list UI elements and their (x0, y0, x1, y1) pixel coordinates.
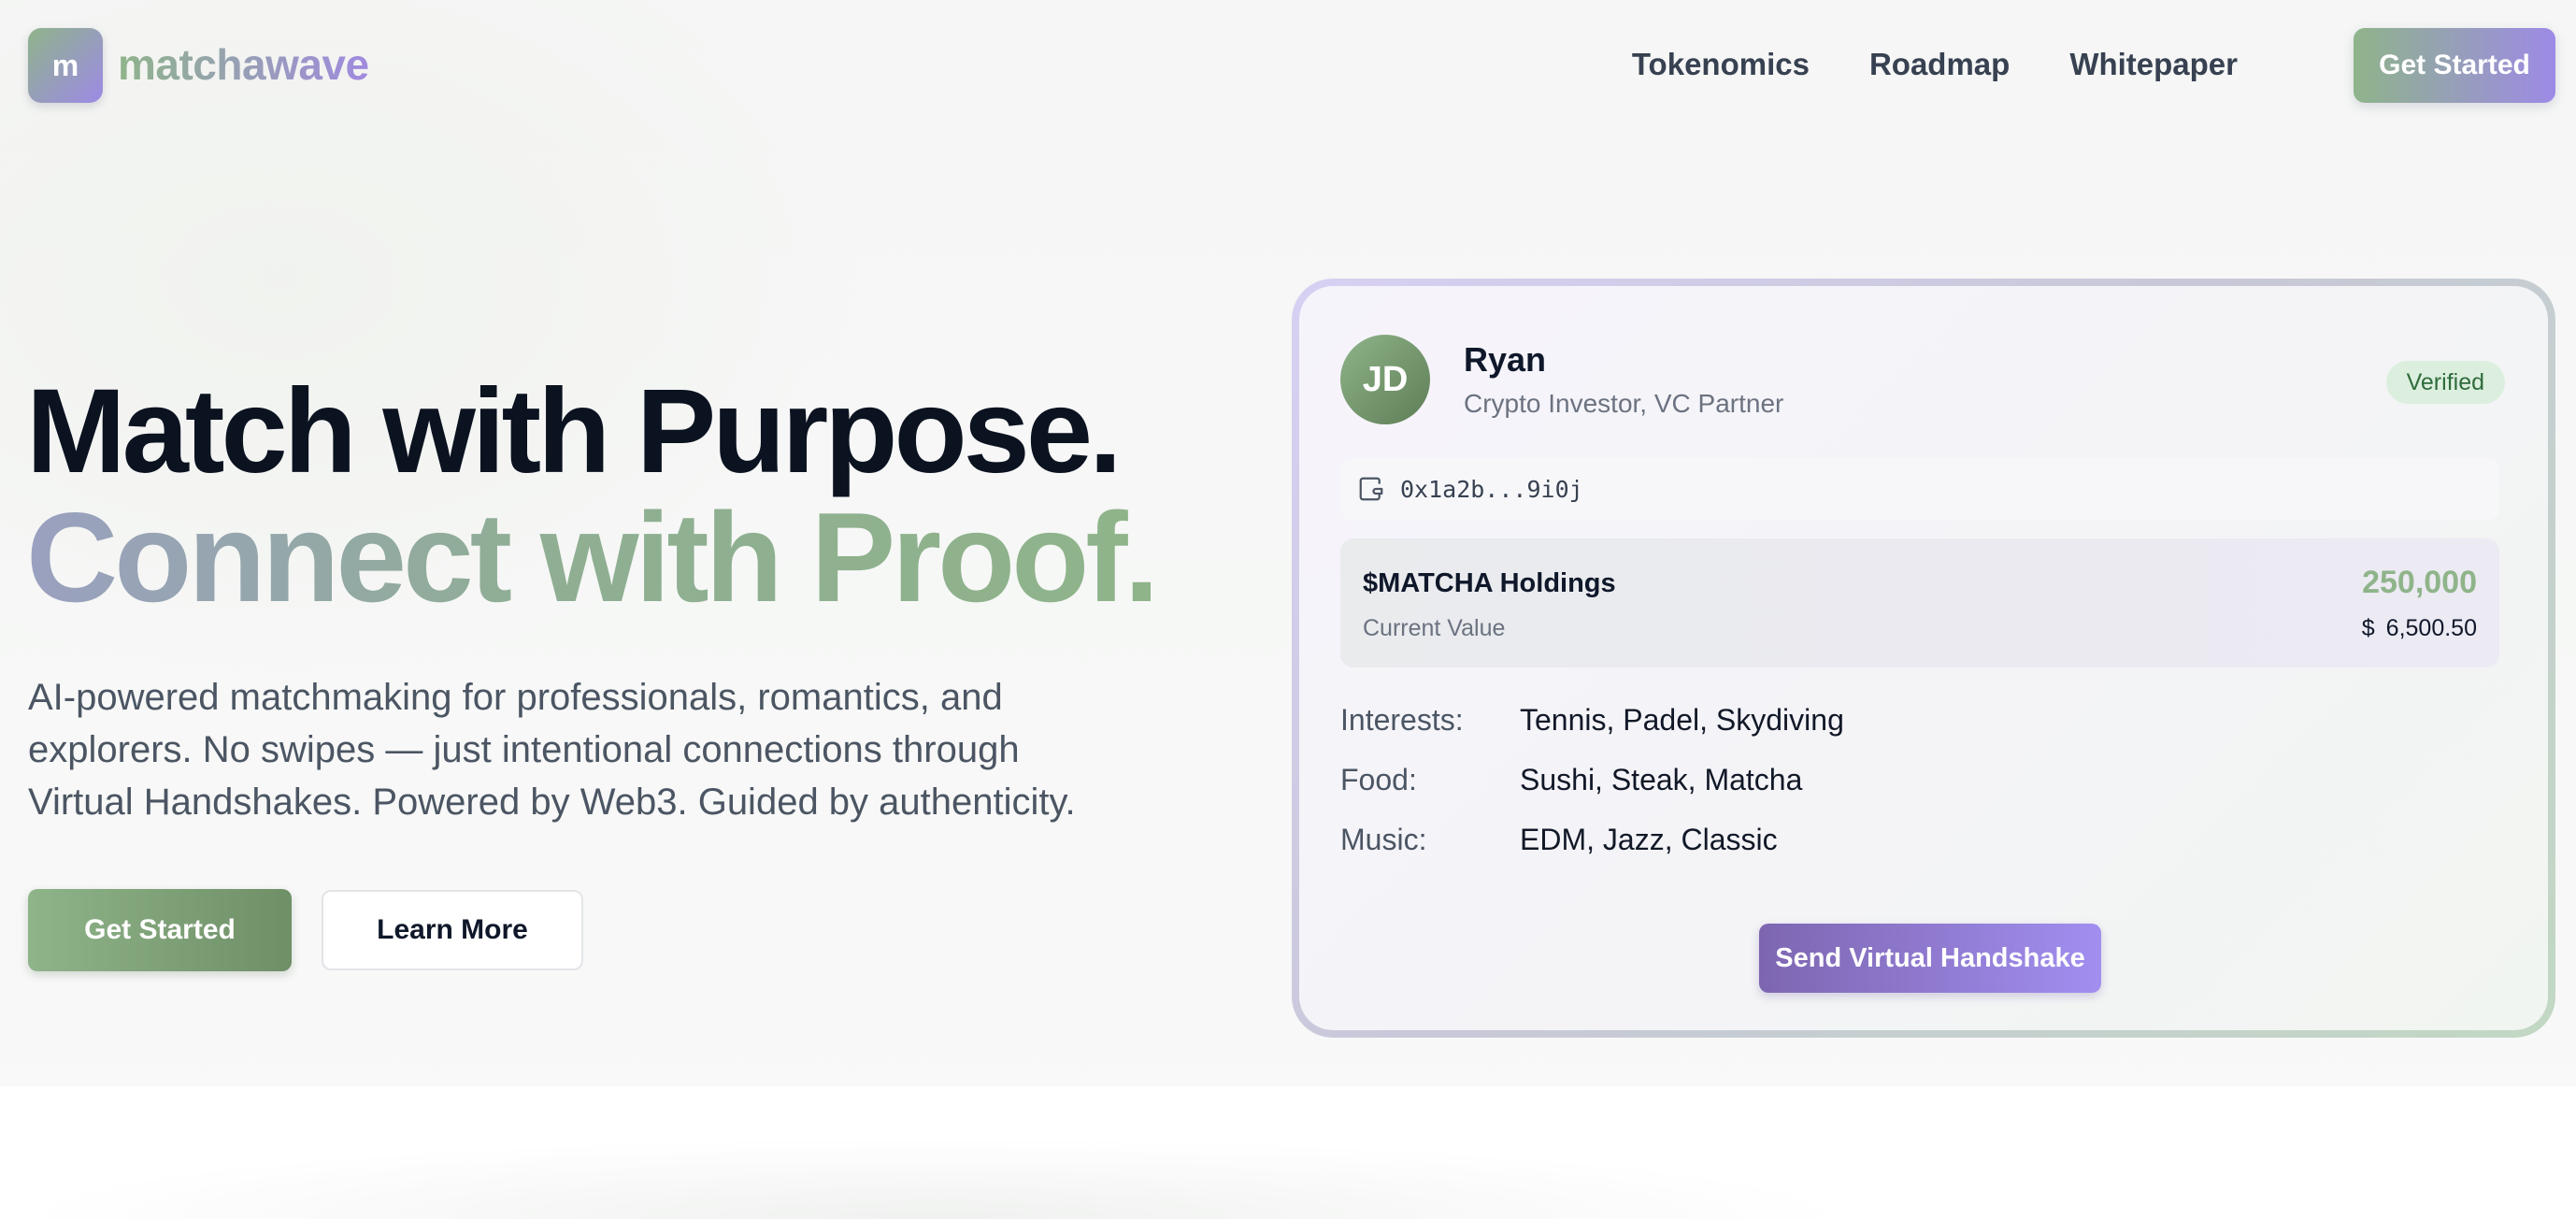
hero-title-line2: Connect with Proof. (26, 486, 1159, 628)
property-value: Tennis, Padel, Skydiving (1520, 703, 1844, 737)
wallet-icon (1357, 475, 1385, 503)
holdings-subtitle: Current Value (1363, 615, 1506, 641)
logo-wordmark[interactable]: matchawave (118, 39, 369, 90)
property-label: Food: (1340, 763, 1417, 796)
profile-name: Ryan (1464, 340, 1547, 379)
hero-title-line1: Match with Purpose. (26, 365, 1123, 498)
holdings-value: $6,500.50 (2362, 615, 2477, 642)
top-navbar: m matchawave Tokenomics Roadmap Whitepap… (28, 28, 2555, 103)
profile-card: JD Ryan Crypto Investor, VC Partner Veri… (1299, 286, 2548, 1030)
hero-get-started-button[interactable]: Get Started (28, 889, 292, 971)
wallet-address-row: 0x1a2b...9i0j (1340, 458, 2499, 520)
verified-badge: Verified (2385, 361, 2505, 404)
hero-subtitle: AI-powered matchmaking for professionals… (28, 677, 1076, 823)
avatar: JD (1340, 335, 1430, 424)
property-label: Interests: (1340, 703, 1464, 737)
property-value: Sushi, Steak, Matcha (1520, 763, 1803, 796)
bottom-section-background (0, 1086, 2576, 1219)
landing-page: m matchawave Tokenomics Roadmap Whitepap… (0, 0, 2576, 1219)
nav-link-roadmap[interactable]: Roadmap (1869, 47, 2010, 82)
send-virtual-handshake-button[interactable]: Send Virtual Handshake (1759, 924, 2101, 993)
holdings-title: $MATCHA Holdings (1363, 568, 1616, 598)
nav-link-tokenomics[interactable]: Tokenomics (1632, 47, 1810, 82)
profile-role: Crypto Investor, VC Partner (1464, 389, 1784, 418)
profile-card-frame: JD Ryan Crypto Investor, VC Partner Veri… (1292, 279, 2555, 1038)
holdings-amount: 250,000 (2362, 565, 2477, 600)
nav-get-started-button[interactable]: Get Started (2354, 28, 2555, 103)
property-label: Music: (1340, 823, 1427, 856)
nav-links: Tokenomics Roadmap Whitepaper (1632, 47, 2238, 82)
token-holdings-panel: $MATCHA Holdings Current Value 250,000 $… (1340, 538, 2499, 667)
nav-link-whitepaper[interactable]: Whitepaper (2069, 47, 2238, 82)
logo-mark[interactable]: m (28, 28, 103, 103)
holdings-value-amount: 6,500.50 (2385, 615, 2477, 641)
currency-symbol: $ (2361, 615, 2375, 641)
property-value: EDM, Jazz, Classic (1520, 823, 1778, 856)
hero-learn-more-button[interactable]: Learn More (322, 890, 583, 970)
wallet-address: 0x1a2b...9i0j (1400, 475, 1583, 503)
